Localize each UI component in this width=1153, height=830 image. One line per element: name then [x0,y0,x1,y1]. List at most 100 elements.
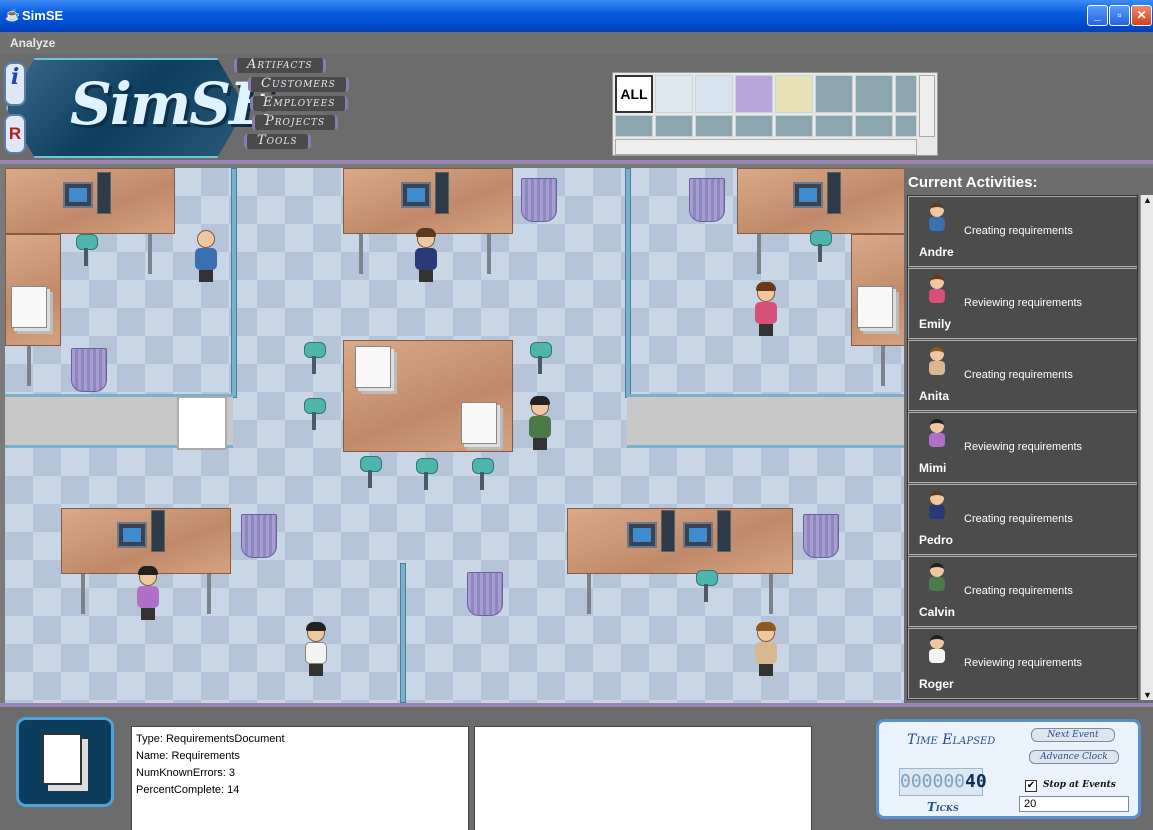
activity-item[interactable]: Reviewing requirements Roger [908,628,1137,699]
computer-monitor[interactable] [63,182,93,208]
info-percent: PercentComplete: 14 [136,784,240,796]
desk-leg [359,234,363,274]
filter-all-button[interactable]: ALL [615,75,653,113]
computer-monitor[interactable] [793,182,823,208]
avatar-body [929,577,945,591]
activity-item[interactable]: Creating requirements Pedro [908,484,1137,555]
maximize-button[interactable]: ▫ [1109,5,1130,26]
computer-tower [435,172,449,214]
employee-hair [756,282,776,291]
activity-item[interactable]: Creating requirements Calvin [908,556,1137,627]
employee-pedro[interactable] [411,228,441,284]
scroll-up-icon[interactable]: ▲ [1143,195,1152,205]
employee-legs [759,664,773,676]
activity-item[interactable]: Creating requirements Andre [908,196,1137,267]
avatar-head [930,275,944,289]
document-stack[interactable] [11,286,47,328]
office-chair [691,570,721,604]
grid-cell-empty [735,115,773,137]
minimize-button[interactable]: _ [1087,5,1108,26]
advance-amount-input[interactable]: 20 [1019,796,1129,812]
grid-vertical-scrollbar[interactable] [919,75,935,137]
activity-item[interactable]: Creating requirements Anita [908,340,1137,411]
scroll-down-icon[interactable]: ▼ [1143,690,1152,700]
nav-customers-button[interactable]: Customers [248,77,349,92]
avatar-body [929,289,945,303]
employee-body [195,248,217,270]
desk[interactable] [567,508,793,574]
cubicle-wall [400,563,406,703]
employee-avatar-icon [926,635,948,667]
employee-legs [533,438,547,450]
computer-monitor[interactable] [683,522,713,548]
grid-cell-empty [655,115,693,137]
office-chair [71,234,101,268]
chart-icon[interactable] [695,75,733,113]
menu-analyze[interactable]: Analyze [10,36,55,50]
avatar-body [929,433,945,447]
avatar-body [929,217,945,231]
activities-list[interactable]: Creating requirements Andre Reviewing requ… [907,195,1138,700]
nav-tools-button[interactable]: Tools [244,134,311,149]
stop-at-events-label: Stop at Events [1043,780,1116,790]
employee-anita[interactable] [751,622,781,678]
desk-leg [207,574,211,614]
desk-leg [487,234,491,274]
activity-text: Reviewing requirements [964,441,1082,453]
document-stack[interactable] [857,286,893,328]
info-icon[interactable]: i [4,62,26,106]
activity-text: Creating requirements [964,513,1073,525]
notepad-icon[interactable] [775,75,813,113]
computer-monitor[interactable] [627,522,657,548]
employee-body [755,642,777,664]
grid-horizontal-scrollbar[interactable] [615,139,917,155]
employee-roger[interactable] [301,622,331,678]
activity-item[interactable]: Reviewing requirements Mimi [908,412,1137,483]
desk-leg [27,346,31,386]
computer-monitor[interactable] [117,522,147,548]
employee-hair [138,566,158,575]
object-info-box: Type: RequirementsDocument Name: Require… [131,726,469,830]
close-button[interactable]: ✕ [1131,5,1152,26]
grid-cell-empty [855,115,893,137]
document-stack[interactable] [461,402,497,444]
employee-body [529,416,551,438]
activity-employee-name: Roger [919,677,954,691]
activity-text: Reviewing requirements [964,657,1082,669]
next-event-button[interactable]: Next Event [1031,728,1115,742]
office-chair [299,398,329,432]
employee-legs [759,324,773,336]
activities-scrollbar[interactable]: ▲ ▼ [1140,195,1153,700]
diagram-icon[interactable] [735,75,773,113]
activity-item[interactable]: Reviewing requirements Emily [908,268,1137,339]
rules-icon[interactable]: R [4,114,26,154]
document-stack[interactable] [355,346,391,388]
office-chair [299,342,329,376]
grid-cell-empty [895,75,917,113]
stop-at-events-checkbox[interactable]: ✔ [1025,780,1037,792]
employee-calvin[interactable] [525,396,555,452]
computer-monitor[interactable] [401,182,431,208]
selected-document-icon [16,717,114,807]
nav-employees-button[interactable]: Employees [250,96,349,111]
avatar-body [929,649,945,663]
computer-tower [717,510,731,552]
office-chair [411,458,441,492]
employee-avatar-icon [926,419,948,451]
window-title-bar[interactable]: ☕ SimSE _ ▫ ✕ [0,0,1153,32]
desk-leg [148,234,152,274]
nav-artifacts-button[interactable]: Artifacts [234,58,326,73]
office-floor [5,168,907,703]
employee-andre[interactable] [191,230,221,284]
document-icon[interactable] [655,75,693,113]
activity-employee-name: Calvin [919,605,956,619]
activity-employee-name: Pedro [919,533,954,547]
advance-clock-button[interactable]: Advance Clock [1029,750,1119,764]
employee-emily[interactable] [751,282,781,338]
employee-mimi[interactable] [133,566,163,622]
nav-projects-button[interactable]: Projects [252,115,339,130]
office-chair [805,230,835,264]
java-cup-icon: ☕ [5,8,20,22]
document-sheet-icon [42,733,82,785]
ticks-label: Ticks [927,800,959,814]
